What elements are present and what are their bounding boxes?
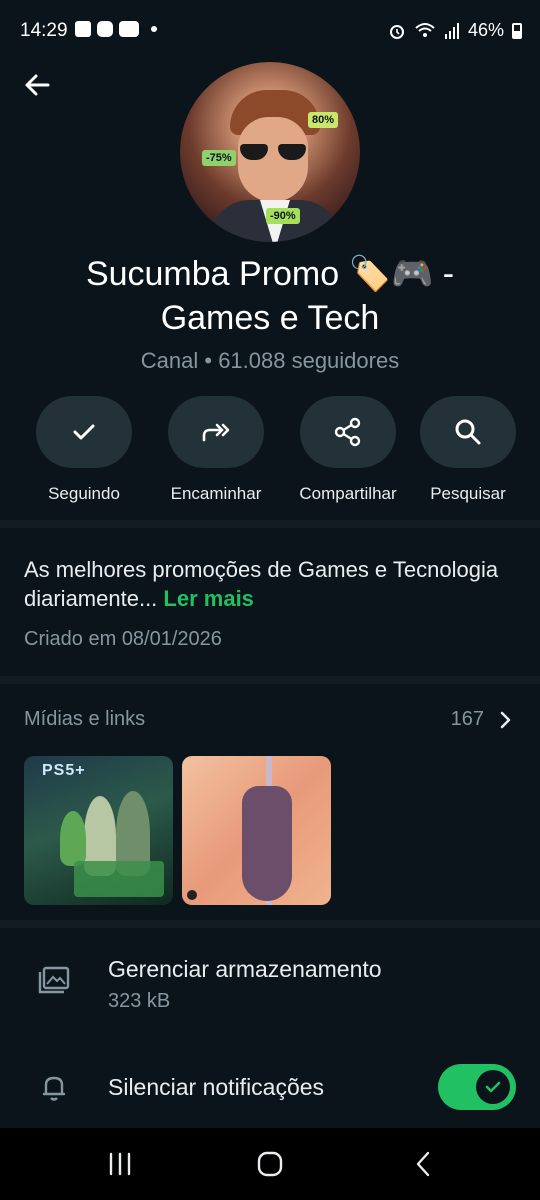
- back-arrow-icon[interactable]: [22, 70, 52, 100]
- following-button[interactable]: Seguindo: [24, 396, 144, 504]
- channel-description: As melhores promoções de Games e Tecnolo…: [24, 557, 499, 611]
- recent-apps-icon[interactable]: [100, 1148, 140, 1180]
- back-nav-icon[interactable]: [404, 1148, 444, 1180]
- more-notifications-icon: [151, 26, 157, 32]
- alarm-icon: [389, 24, 404, 39]
- media-thumbnail[interactable]: [182, 756, 331, 905]
- forward-icon: [202, 423, 230, 442]
- storage-icon: [38, 966, 70, 994]
- mute-notifications-title[interactable]: Silenciar notificações: [108, 1074, 324, 1101]
- search-icon: [455, 419, 481, 445]
- channel-name: Sucumba Promo 🏷️🎮 - Games e Tech: [85, 255, 455, 337]
- media-thumbnail[interactable]: PS5+: [24, 756, 173, 905]
- signal-icon: [444, 22, 459, 39]
- discount-tag: -90%: [266, 208, 300, 224]
- channel-subtitle: Canal • 61.088 seguidores: [140, 348, 400, 373]
- section-divider: [0, 676, 540, 684]
- status-bar: 14:29 46%: [0, 0, 540, 62]
- gallery-icon: [75, 21, 91, 37]
- home-icon[interactable]: [250, 1148, 290, 1180]
- action-buttons: Seguindo Encaminhar Compartilhar Pesquis…: [0, 396, 540, 516]
- search-button[interactable]: Pesquisar: [408, 396, 528, 504]
- share-icon: [334, 417, 361, 447]
- battery-icon: [512, 22, 522, 39]
- bell-icon: [42, 1076, 66, 1101]
- system-nav-bar: [0, 1128, 540, 1200]
- read-more-link[interactable]: Ler mais: [163, 586, 254, 611]
- battery-percent: 46%: [467, 20, 504, 40]
- chevron-right-icon[interactable]: [496, 710, 516, 730]
- forward-button[interactable]: Encaminhar: [156, 396, 276, 504]
- media-links-title[interactable]: Mídias e links: [24, 708, 145, 731]
- channel-avatar[interactable]: 80% -75% -90%: [180, 62, 360, 242]
- instagram-icon: [97, 21, 113, 37]
- share-button[interactable]: Compartilhar: [288, 396, 408, 504]
- created-date: Criado em 08/01/2026: [24, 628, 222, 650]
- media-count[interactable]: 167: [451, 708, 484, 731]
- status-right: 46%: [388, 20, 522, 41]
- mute-toggle[interactable]: [438, 1064, 516, 1110]
- manage-storage-title[interactable]: Gerenciar armazenamento: [108, 956, 382, 983]
- check-icon: [73, 424, 95, 440]
- wifi-icon: [415, 22, 435, 37]
- section-divider: [0, 520, 540, 528]
- discount-tag: 80%: [308, 112, 339, 128]
- notification-icons: [75, 21, 157, 37]
- storage-size: 323 kB: [108, 990, 171, 1012]
- youtube-icon: [119, 21, 139, 37]
- check-icon: [485, 1081, 501, 1093]
- discount-tag: -75%: [202, 150, 236, 166]
- video-badge-icon: [187, 890, 197, 900]
- section-divider: [0, 920, 540, 928]
- status-time: 14:29: [20, 20, 68, 41]
